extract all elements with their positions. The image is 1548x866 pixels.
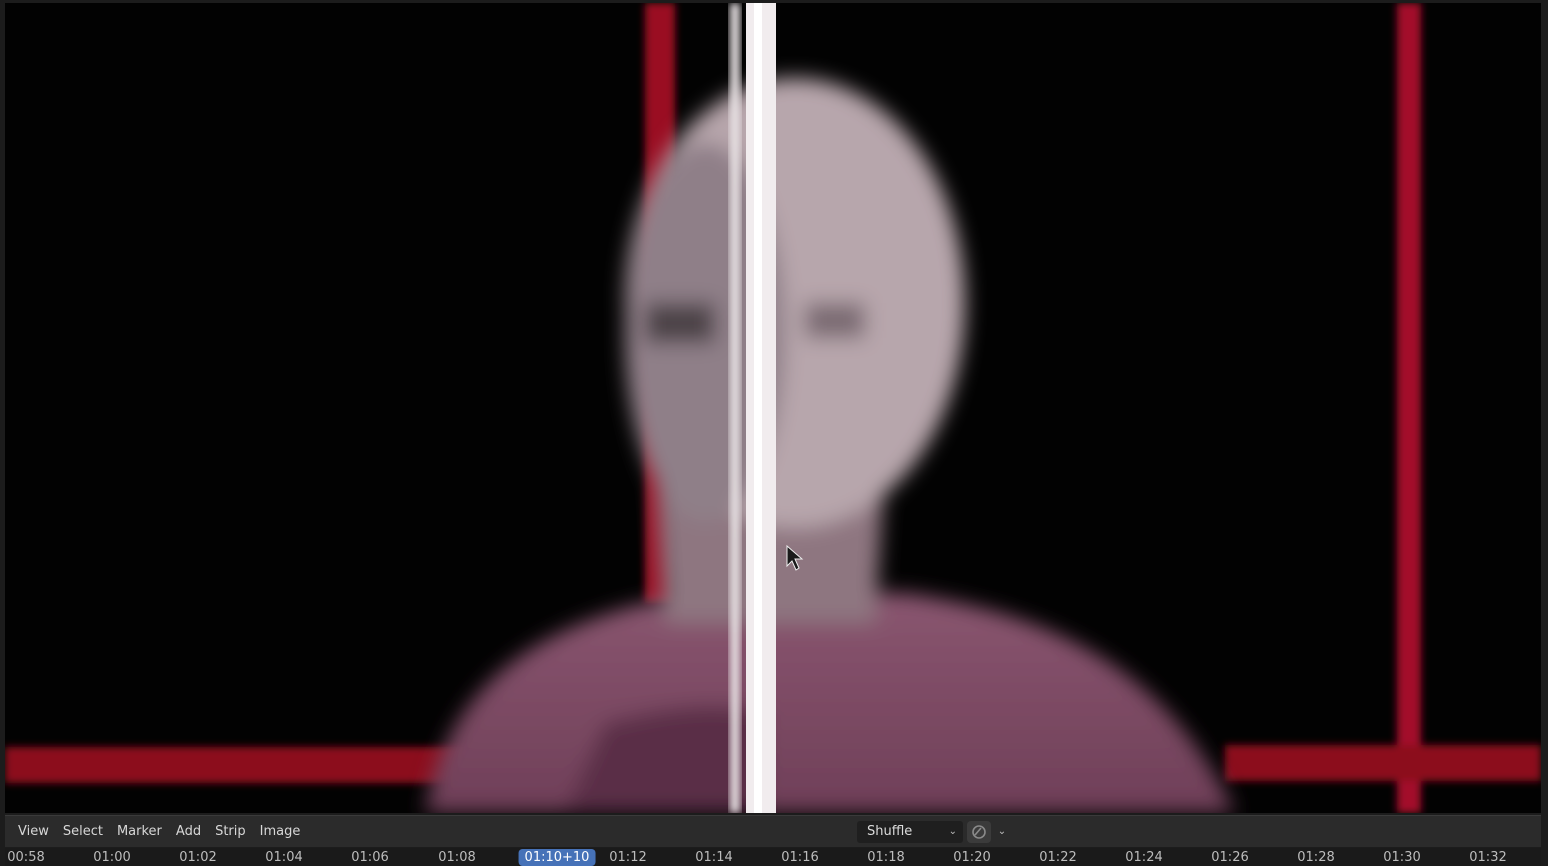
current-frame-indicator[interactable]: 01:10+10 [518, 849, 596, 866]
menu-add[interactable]: Add [169, 820, 208, 844]
overlay-toggle-button[interactable] [967, 821, 991, 843]
time-label: 01:12 [609, 850, 647, 865]
chevron-down-icon: ⌄ [948, 826, 957, 837]
menu-select[interactable]: Select [56, 820, 110, 844]
menu-image[interactable]: Image [253, 820, 308, 844]
time-label: 01:20 [953, 850, 991, 865]
menu-strip[interactable]: Strip [208, 820, 253, 844]
time-label: 01:26 [1211, 850, 1249, 865]
menu-marker[interactable]: Marker [110, 820, 169, 844]
blend-mode-value: Shuffle [867, 824, 913, 839]
split-line [730, 3, 776, 813]
time-label: 01:16 [781, 850, 819, 865]
preview-image [5, 3, 1541, 813]
menu-view[interactable]: View [11, 820, 56, 844]
time-label: 01:06 [351, 850, 389, 865]
time-label: 01:24 [1125, 850, 1163, 865]
time-label: 01:00 [93, 850, 131, 865]
time-label: 01:04 [265, 850, 303, 865]
menu-bar: View Select Marker Add Strip Image [11, 816, 307, 848]
overlay-dropdown-chevron-icon[interactable]: ⌄ [995, 821, 1009, 843]
sequencer-header: View Select Marker Add Strip Image Shuff… [5, 815, 1541, 847]
overlay-icon [972, 825, 986, 839]
time-label: 00:58 [7, 850, 45, 865]
time-label: 01:18 [867, 850, 905, 865]
time-label: 01:22 [1039, 850, 1077, 865]
time-label: 01:32 [1469, 850, 1507, 865]
time-label: 01:08 [438, 850, 476, 865]
timeline-ruler[interactable]: 00:58 01:00 01:02 01:04 01:06 01:08 01:1… [5, 848, 1541, 866]
time-label: 01:28 [1297, 850, 1335, 865]
time-label: 01:30 [1383, 850, 1421, 865]
blend-mode-select[interactable]: Shuffle ⌄ [857, 821, 963, 843]
time-label: 01:02 [179, 850, 217, 865]
sequencer-window: View Select Marker Add Strip Image Shuff… [0, 0, 1548, 866]
preview-viewport[interactable] [5, 3, 1541, 813]
time-label: 01:14 [695, 850, 733, 865]
